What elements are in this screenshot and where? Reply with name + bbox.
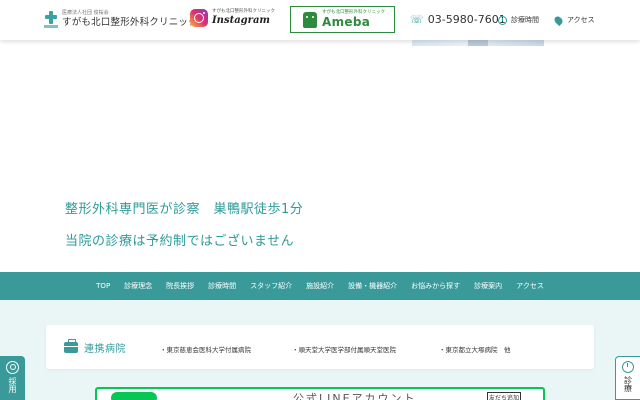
nav-item-symptoms[interactable]: お悩みから探す	[404, 281, 467, 291]
phone-icon: ☏	[410, 13, 424, 26]
logo-subtitle: 医療法人社団 俊桜会	[62, 9, 109, 16]
hours-side-label: 診療	[623, 376, 633, 392]
access-label: アクセス	[567, 16, 595, 24]
hours-side-tab[interactable]: 診療	[615, 356, 640, 400]
ameba-blog-link[interactable]: すがも北口整形外科クリニック Ameba	[290, 6, 395, 33]
instagram-caption: すがも北口整形外科クリニック	[212, 8, 275, 14]
hero-image	[412, 40, 544, 46]
partners-heading: 連携病院	[84, 343, 126, 355]
line-add-friend-badge: 友だち追加	[487, 392, 521, 400]
briefcase-icon	[64, 338, 78, 353]
phone-number: 03-5980-7601	[427, 13, 506, 26]
partner-hospital: ・順天堂大学医学部付属順天堂医院	[292, 346, 396, 354]
instagram-icon	[190, 9, 208, 27]
ameba-icon	[303, 11, 317, 28]
instagram-link[interactable]: すがも北口整形外科クリニック Instagram	[190, 9, 275, 27]
hours-label: 診療時間	[511, 16, 539, 24]
nav-item-equipment[interactable]: 設備・機器紹介	[341, 281, 404, 291]
hero-headline: 整形外科専門医が診察 巣鴨駅徒歩1分	[65, 202, 304, 217]
clock-icon	[498, 15, 507, 25]
nav-item-philosophy[interactable]: 診療理念	[117, 281, 159, 291]
search-person-icon	[6, 361, 19, 374]
access-link[interactable]: アクセス	[552, 14, 595, 26]
partner-hospitals-card: 連携病院 ・東京慈恵会医科大学付属病院 ・順天堂大学医学部付属順天堂医院 ・東京…	[46, 325, 594, 369]
partner-hospital: ・東京都立大塚病院 他	[439, 346, 511, 354]
hours-link[interactable]: 診療時間	[498, 15, 539, 25]
partner-hospital: ・東京慈恵会医科大学付属病院	[160, 346, 251, 354]
nav-item-top[interactable]: TOP	[89, 282, 117, 290]
nav-item-staff[interactable]: スタッフ紹介	[243, 281, 299, 291]
clock-icon	[622, 361, 634, 373]
phone-link[interactable]: ☏ 03-5980-7601	[410, 13, 506, 26]
nav-item-guide[interactable]: 診療案内	[467, 281, 509, 291]
recruit-label: 採用	[8, 377, 17, 393]
main-nav: TOP 診療理念 院長挨拶 診療時間 スタッフ紹介 施設紹介 設備・機器紹介 お…	[0, 272, 640, 300]
line-banner-text: 公式LINEアカウント	[293, 392, 417, 400]
line-banner[interactable]: 公式LINEアカウント 友だち追加	[95, 387, 545, 400]
recruit-side-tab[interactable]: 採用	[0, 356, 25, 400]
ameba-label: Ameba	[322, 15, 371, 30]
nav-item-greeting[interactable]: 院長挨拶	[159, 281, 201, 291]
map-pin-icon	[552, 14, 565, 26]
clinic-logo[interactable]: 医療法人社団 俊桜会 すがも北口整形外科クリニック	[44, 10, 198, 28]
site-header: 医療法人社団 俊桜会 すがも北口整形外科クリニック すがも北口整形外科クリニック…	[0, 0, 640, 40]
instagram-label: Instagram	[212, 15, 270, 27]
nav-item-access[interactable]: アクセス	[509, 281, 551, 291]
nav-item-facility[interactable]: 施設紹介	[299, 281, 341, 291]
cross-logo-icon	[44, 10, 58, 28]
line-logo-icon	[111, 392, 157, 400]
hero-subheadline: 当院の診療は予約制ではございません	[65, 234, 295, 249]
nav-item-hours[interactable]: 診療時間	[201, 281, 243, 291]
logo-title: すがも北口整形外科クリニック	[62, 16, 198, 28]
